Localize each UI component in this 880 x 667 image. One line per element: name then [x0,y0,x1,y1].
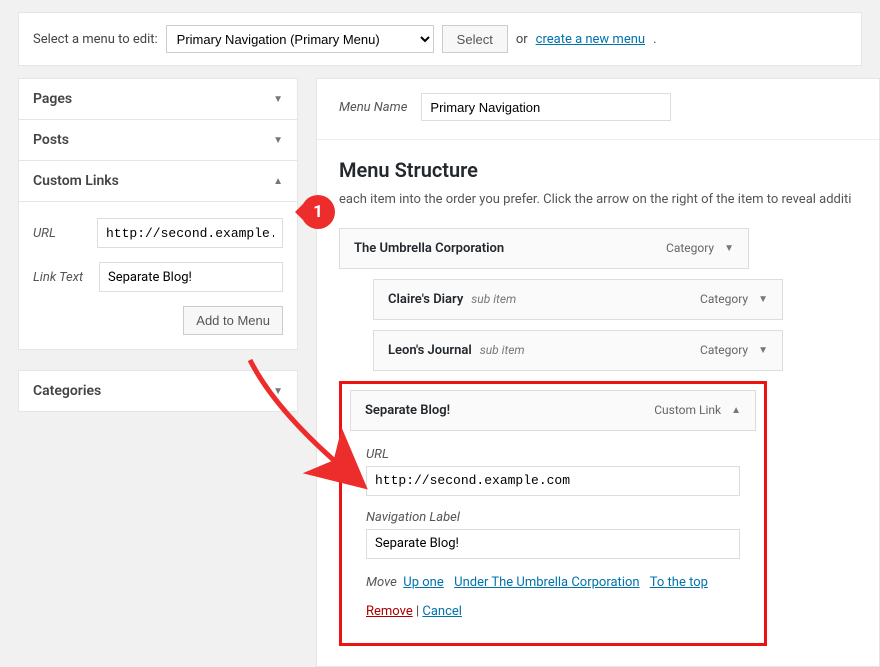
panel-navlabel-label: Navigation Label [366,510,740,525]
chevron-down-icon: ▼ [758,294,768,305]
sub-item-label: sub item [471,292,516,306]
menu-name-input[interactable] [421,93,671,121]
accordion-label: Custom Links [33,173,119,189]
move-row: Move Up one Under The Umbrella Corporati… [366,575,740,590]
panel-navlabel-input[interactable] [366,529,740,559]
chevron-down-icon: ▼ [273,135,283,146]
cancel-link[interactable]: Cancel [422,604,462,619]
accordion-sidebar: Pages ▼ Posts ▼ Custom Links ▲ URL Link … [18,78,298,667]
menu-select[interactable]: Primary Navigation (Primary Menu) [166,25,434,53]
accordion-pages[interactable]: Pages ▼ [19,79,297,119]
menu-item-type: Category [666,241,714,255]
chevron-down-icon: ▼ [724,243,734,254]
menu-item-title: Leon's Journal [388,343,472,358]
menu-item-settings: URL Navigation Label Move Up one Under T… [350,431,756,635]
menu-item[interactable]: The Umbrella Corporation Category ▼ [339,228,749,269]
panel-url-input[interactable] [366,466,740,496]
custom-links-panel: URL Link Text Add to Menu [19,201,297,349]
chevron-down-icon: ▼ [273,386,283,397]
menu-item-type: Category [700,292,748,306]
menu-item-title: Claire's Diary [388,292,463,307]
linktext-label: Link Text [33,270,89,285]
select-button[interactable]: Select [442,25,508,53]
menu-structure-heading: Menu Structure [317,140,879,190]
move-under-link[interactable]: Under The Umbrella Corporation [454,575,639,590]
add-to-menu-button[interactable]: Add to Menu [183,306,283,335]
chevron-up-icon: ▲ [273,176,283,187]
url-input[interactable] [97,218,283,248]
menu-structure-desc: each item into the order you prefer. Cli… [317,190,879,228]
remove-link[interactable]: Remove [366,604,413,619]
menu-item-title: The Umbrella Corporation [354,241,504,256]
menu-item-type: Category [700,343,748,357]
or-text: or [516,32,528,47]
highlighted-menu-item: Separate Blog! Custom Link ▲ URL Navigat… [339,381,767,646]
menu-editor-main: Menu Name Menu Structure each item into … [316,78,880,667]
move-top-link[interactable]: To the top [650,575,708,590]
accordion-categories[interactable]: Categories ▼ [19,371,297,411]
panel-url-label: URL [366,447,740,462]
create-new-menu-link[interactable]: create a new menu [536,32,645,47]
accordion-label: Categories [33,383,101,399]
menu-item-type: Custom Link [654,403,721,417]
menu-selector-bar: Select a menu to edit: Primary Navigatio… [18,12,862,66]
move-label: Move [366,575,397,590]
sub-item-label: sub item [480,343,525,357]
move-up-link[interactable]: Up one [403,575,443,590]
chevron-down-icon: ▼ [758,345,768,356]
menu-name-label: Menu Name [339,100,407,115]
chevron-down-icon: ▼ [273,94,283,105]
chevron-up-icon: ▲ [731,405,741,416]
linktext-input[interactable] [99,262,283,292]
select-menu-label: Select a menu to edit: [33,32,158,47]
menu-item[interactable]: Claire's Diary sub item Category ▼ [373,279,783,320]
menu-item[interactable]: Leon's Journal sub item Category ▼ [373,330,783,371]
remove-cancel-row: Remove | Cancel [366,604,740,619]
menu-item-title: Separate Blog! [365,403,450,418]
accordion-label: Posts [33,132,69,148]
url-label: URL [33,226,87,241]
accordion-custom-links[interactable]: Custom Links ▲ [19,160,297,201]
accordion-label: Pages [33,91,72,107]
accordion-posts[interactable]: Posts ▼ [19,119,297,160]
menu-item[interactable]: Separate Blog! Custom Link ▲ [350,390,756,431]
